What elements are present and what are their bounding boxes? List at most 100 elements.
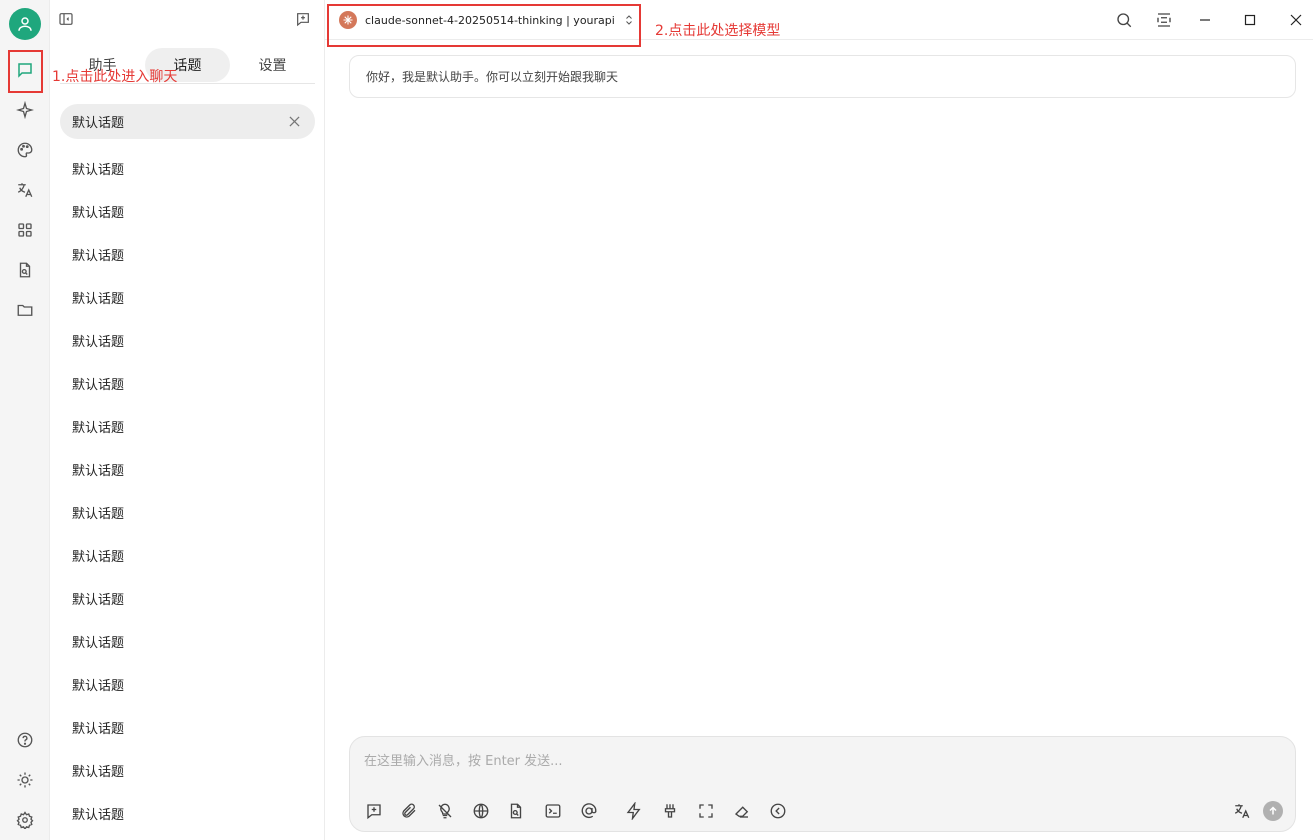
globe-icon [473,803,489,819]
topic-label: 默认话题 [72,206,125,221]
topic-label: 默认话题 [72,765,125,780]
topic-item[interactable]: 默认话题 [60,362,315,405]
topic-label: 默认话题 [72,163,125,178]
chevron-left-circle-icon [770,803,786,819]
close-icon[interactable] [287,115,301,129]
expand-tool[interactable] [695,800,717,822]
new-topic-button[interactable] [293,9,313,29]
topic-item[interactable]: 默认话题 [60,620,315,663]
topics-toolbar [50,0,325,40]
nav-rail [0,0,50,840]
user-avatar[interactable] [9,8,41,40]
lightning-icon [626,802,641,820]
folder-icon [17,304,33,316]
brush-icon [664,804,676,818]
search-button[interactable] [1112,8,1136,32]
topic-item[interactable]: 默认话题 [60,147,315,190]
topic-item[interactable]: 默认话题 [60,448,315,491]
topic-label: 默认话题 [72,378,125,393]
topic-item[interactable]: 默认话题 [60,792,315,835]
topic-item[interactable]: 默认话题 [60,663,315,706]
close-window-button[interactable] [1284,8,1308,32]
rail-theme-button[interactable] [9,764,41,796]
rail-help-button[interactable] [9,724,41,756]
terminal-icon [545,804,561,818]
topic-item[interactable]: 默认话题 [60,706,315,749]
eraser-icon [734,806,749,818]
clear-input-tool[interactable] [731,800,753,822]
translate-icon [1234,804,1250,819]
translate-input-tool[interactable] [1231,800,1253,822]
topic-item[interactable]: 默认话题 [60,104,315,139]
message-input[interactable] [364,749,1264,773]
annotation-step2: 2.点击此处选择模型 [655,23,781,39]
knowledge-tool[interactable] [505,800,527,822]
topic-list: 默认话题 默认话题 默认话题 默认话题 默认话题 默认话题 默认话题 默认话题 默认话题 默认话题… [60,104,315,835]
topic-label: 默认话题 [72,421,125,436]
rail-translate-button[interactable] [9,174,41,206]
topic-item[interactable]: 默认话题 [60,233,315,276]
minimize-button[interactable] [1193,8,1217,32]
new-topic-tool[interactable] [363,800,385,822]
topic-item[interactable]: 默认话题 [60,405,315,448]
arrow-up-icon [1269,806,1277,815]
minimize-icon [1200,19,1210,21]
toggle-sidebar-button[interactable] [56,9,76,29]
topic-label: 默认话题 [72,507,125,522]
translate-icon [17,183,33,198]
topic-item[interactable]: 默认话题 [60,577,315,620]
topic-item[interactable]: 默认话题 [60,190,315,233]
topic-item[interactable]: 默认话题 [60,319,315,362]
send-button[interactable] [1263,801,1283,821]
rail-knowledge-button[interactable] [9,254,41,286]
new-chat-icon [367,804,381,820]
topic-label: 默认话题 [72,292,125,307]
chat-main: claude-sonnet-4-20250514-thinking | your… [325,0,1313,840]
sidebar-collapse-icon [59,13,73,25]
topic-label: 默认话题 [72,335,125,350]
rail-files-button[interactable] [9,294,41,326]
sparkle-icon [16,101,34,119]
topic-item[interactable]: 默认话题 [60,749,315,792]
theme-icon [17,772,33,788]
rail-paintings-button[interactable] [9,134,41,166]
topic-label: 默认话题 [72,593,125,608]
rail-settings-button[interactable] [9,804,41,836]
annotation-step1: 1.点击此处进入聊天 [52,69,178,85]
layout-toggle-button[interactable] [1152,8,1176,32]
topic-item[interactable]: 默认话题 [60,491,315,534]
file-search-icon [510,803,522,819]
topic-label: 默认话题 [72,116,125,131]
attach-tool[interactable] [398,800,420,822]
new-chat-icon [297,13,309,27]
topic-item[interactable]: 默认话题 [60,534,315,577]
rail-apps-button[interactable] [9,214,41,246]
topics-panel: 助手 话题 设置 默认话题 默认话题 默认话题 默认话题 默认话题 默认话题 默认话题 默认话… [50,0,325,840]
message-composer [349,736,1296,832]
topic-label: 默认话题 [72,679,125,694]
mcp-tool[interactable] [542,800,564,822]
mention-model-tool[interactable] [578,800,600,822]
rail-agents-button[interactable] [9,94,41,126]
at-sign-icon [581,803,597,819]
fullscreen-icon [699,804,713,818]
web-search-tool[interactable] [470,800,492,822]
topic-label: 默认话题 [72,808,125,823]
annotation-box-chat [8,50,43,93]
maximize-button[interactable] [1238,8,1262,32]
grid-icon [18,223,32,237]
gear-icon [16,811,34,829]
paperclip-icon [402,803,416,818]
thinking-tool[interactable] [434,800,456,822]
tab-settings[interactable]: 设置 [230,48,315,82]
maximize-icon [1244,14,1256,26]
quick-phrase-tool[interactable] [623,800,645,822]
topic-item[interactable]: 默认话题 [60,276,315,319]
collapse-tools-button[interactable] [767,800,789,822]
layout-icon [1157,13,1171,27]
topic-label: 默认话题 [72,550,125,565]
clear-context-tool[interactable] [659,800,681,822]
welcome-message: 你好，我是默认助手。你可以立刻开始跟我聊天 [349,55,1296,98]
topic-label: 默认话题 [72,249,125,264]
topic-label: 默认话题 [72,722,125,737]
